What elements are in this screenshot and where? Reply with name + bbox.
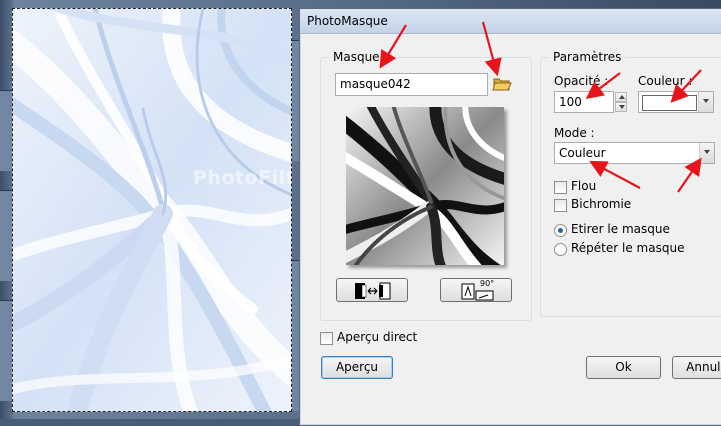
opacity-up-button[interactable] [615,92,627,102]
image-canvas[interactable]: PhotoFiltreGraph [12,8,292,412]
color-picker[interactable] [638,91,714,113]
radio-stretch-label[interactable]: Etirer le masque [571,222,670,236]
mode-value: Couleur [559,146,606,160]
live-preview-label[interactable]: Aperçu direct [337,330,417,344]
preview-button[interactable]: Aperçu [321,356,393,379]
chevron-up-icon [619,95,625,99]
params-group: Paramètres Opacité : 100 Couleur : Mode … [540,50,721,317]
workspace-tile [0,190,12,281]
bichromie-label[interactable]: Bichromie [571,197,631,211]
mode-label: Mode : [554,126,595,140]
rotate-90-text: 90° [480,279,495,288]
preview-button-label: Aperçu [335,360,379,374]
swap-mask-icon [353,282,393,300]
mask-file-value: masque042 [340,77,411,91]
mask-group-legend: Masque [329,50,384,64]
canvas-mask-image [13,9,291,411]
radio-repeat-mask[interactable] [554,243,567,256]
mask-group: Masque masque042 90° [320,50,532,321]
cancel-button[interactable]: Annuler [672,356,721,379]
radio-repeat-label[interactable]: Répéter le masque [571,241,684,255]
chevron-down-icon[interactable] [698,92,713,112]
workspace-tile [0,300,12,401]
flou-checkbox[interactable] [554,181,567,194]
bichromie-checkbox[interactable] [554,199,567,212]
open-folder-icon[interactable] [492,74,512,94]
color-swatch [642,95,697,111]
flou-label[interactable]: Flou [571,179,596,193]
params-group-legend: Paramètres [549,50,626,64]
ok-button-label: Ok [615,360,632,374]
live-preview-checkbox[interactable] [320,332,333,345]
mask-preview-image [346,107,504,265]
radio-stretch-mask[interactable] [554,224,567,237]
mode-select[interactable]: Couleur [554,142,715,164]
opacity-down-button[interactable] [615,102,627,112]
chevron-down-icon[interactable] [699,143,714,163]
dialog-title: PhotoMasque [307,14,388,28]
photomasque-dialog: PhotoMasque Masque masque042 90° Paramèt… [299,8,721,426]
color-label: Couleur : [638,74,693,88]
chevron-down-icon [619,105,625,109]
mask-file-field[interactable]: masque042 [335,73,488,96]
opacity-field[interactable]: 100 [554,91,614,113]
opacity-value: 100 [559,95,582,109]
watermark-text: PhotoFiltreGraph [193,167,291,189]
ok-button[interactable]: Ok [586,356,661,379]
opacity-label: Opacité : [554,74,609,88]
invert-mask-button[interactable] [336,278,408,302]
workspace-tile [0,90,12,171]
cancel-button-label: Annuler [686,360,721,374]
rotate-mask-button[interactable]: 90° [440,278,512,302]
dialog-titlebar[interactable]: PhotoMasque [300,9,721,34]
